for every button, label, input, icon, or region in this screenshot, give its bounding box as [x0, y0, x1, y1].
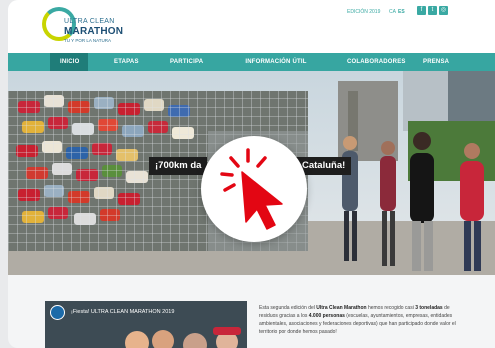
nav-colaboradores[interactable]: COLABORADORES [337, 53, 405, 71]
logo-line1: ULTRA CLEAN [64, 18, 115, 25]
intro-text: Esta segunda edición del Ultra Clean Mar… [259, 305, 456, 335]
twitter-icon[interactable]: t [428, 6, 437, 15]
hero-caption-left: ¡700km da [149, 157, 208, 175]
site-logo[interactable]: ULTRA CLEAN MARATHON TU Y POR LA NATURA [42, 7, 162, 51]
facebook-icon[interactable]: f [417, 6, 426, 15]
lang-es[interactable]: ES [398, 9, 405, 15]
edition-link[interactable]: EDICIÓN 2019 [347, 9, 380, 15]
lang-ca[interactable]: CA [389, 9, 396, 15]
logo-line2: MARATHON [64, 26, 124, 37]
nav-inicio[interactable]: INICIO [50, 53, 88, 71]
main-nav: INICIO ETAPAS PARTICIPA INFORMACIÓN ÚTIL… [8, 53, 495, 83]
nav-informacion-util[interactable]: INFORMACIÓN ÚTIL INSCRITOS [221, 53, 331, 83]
video-embed[interactable]: ¡Fiesta! ULTRA CLEAN MARATHON 2019 [45, 301, 247, 348]
slider-dots [227, 268, 283, 272]
video-thumbnail [125, 327, 241, 348]
nav-prensa[interactable]: PRENSA [413, 53, 457, 71]
click-cursor-badge [201, 136, 307, 242]
site-header: ULTRA CLEAN MARATHON TU Y POR LA NATURA … [8, 0, 495, 53]
instagram-icon[interactable]: ◎ [439, 6, 448, 15]
browser-page: ULTRA CLEAN MARATHON TU Y POR LA NATURA … [8, 0, 495, 348]
nav-etapas[interactable]: ETAPAS [104, 53, 144, 71]
logo-line3: TU Y POR LA NATURA [64, 38, 112, 43]
cursor-click-icon [220, 148, 283, 230]
nav-participa[interactable]: PARTICIPA [160, 53, 208, 71]
